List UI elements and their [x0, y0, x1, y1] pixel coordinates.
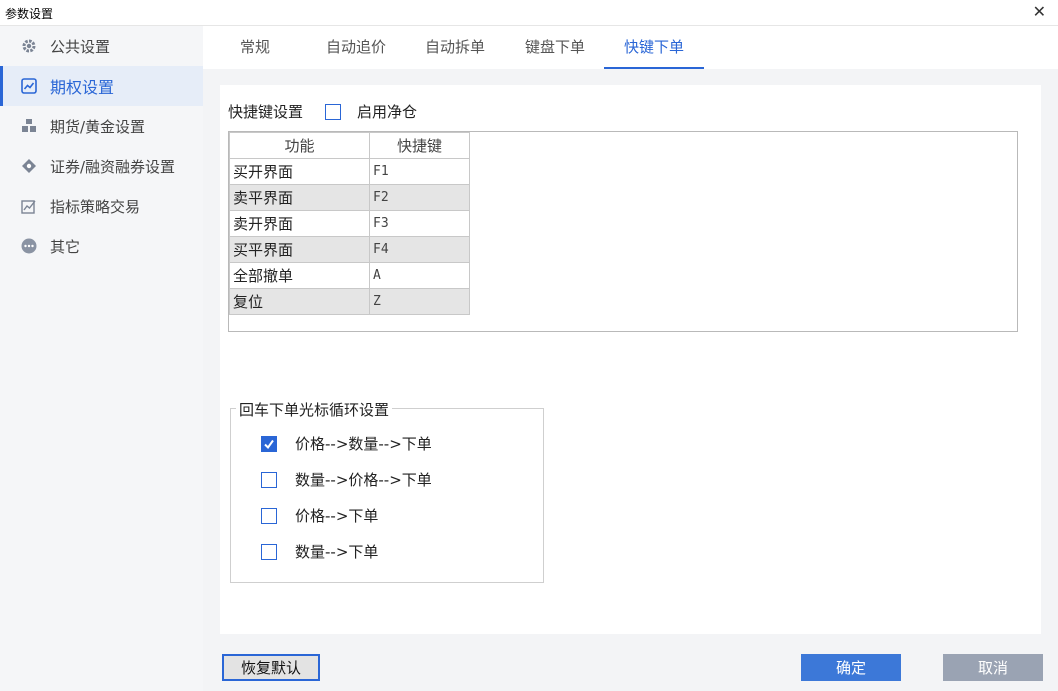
hotkey-cell[interactable]: F1	[369, 158, 470, 185]
checkbox[interactable]	[261, 471, 277, 488]
sidebar: 公共设置 期权设置 期货/黄金设置 证券/融资融券设置 指标策略交易 其它	[0, 26, 203, 691]
tab-bar: 常规 自动追价 自动拆单 键盘下单 快键下单	[203, 26, 1058, 69]
cursor-cycle-option-label: 数量-->价格-->下单	[295, 471, 432, 489]
cursor-cycle-option-label: 数量-->下单	[295, 543, 379, 561]
cancel-button[interactable]: 取消	[943, 654, 1043, 681]
sidebar-item-indicator-strategy[interactable]: 指标策略交易	[0, 186, 203, 226]
cursor-cycle-option[interactable]: 价格-->下单	[261, 505, 378, 526]
cursor-cycle-option[interactable]: 价格-->数量-->下单	[261, 433, 432, 454]
ok-button[interactable]: 确定	[801, 654, 901, 681]
table-row[interactable]: 买开界面 F1	[229, 158, 470, 185]
sidebar-item-other[interactable]: 其它	[0, 226, 203, 266]
hotkey-settings-row: 快捷键设置 启用净仓	[228, 101, 417, 122]
column-header-function: 功能	[229, 132, 370, 159]
hotkey-cell[interactable]: F4	[369, 236, 470, 263]
title-bar: 参数设置 ✕	[0, 0, 1058, 26]
table-row[interactable]: 全部撤单 A	[229, 262, 470, 289]
hotkey-table-container: 功能 快捷键 买开界面 F1 卖平界面 F2 卖开界面 F3 买平界面 F4 全…	[228, 131, 1018, 332]
function-cell: 买开界面	[229, 158, 370, 185]
cursor-cycle-option-label: 价格-->下单	[295, 507, 379, 525]
sidebar-item-label: 其它	[50, 237, 81, 256]
hotkey-section-label: 快捷键设置	[228, 103, 304, 121]
sidebar-item-label: 证券/融资融券设置	[50, 157, 176, 176]
strategy-chart-icon	[20, 197, 38, 215]
futures-icon	[20, 117, 38, 135]
checkbox-checked[interactable]	[261, 435, 277, 452]
sidebar-item-label: 公共设置	[50, 37, 111, 56]
table-row[interactable]: 卖开界面 F3	[229, 210, 470, 237]
content-area: 常规 自动追价 自动拆单 键盘下单 快键下单 快捷键设置 启用净仓 功能 快捷键	[203, 26, 1058, 691]
function-cell: 全部撤单	[229, 262, 370, 289]
clean-position-checkbox[interactable]	[325, 103, 342, 120]
table-row[interactable]: 复位 Z	[229, 288, 470, 315]
sidebar-item-options-settings[interactable]: 期权设置	[0, 66, 203, 106]
column-header-hotkey: 快捷键	[369, 132, 470, 159]
gear-icon	[20, 37, 38, 55]
cursor-cycle-option[interactable]: 数量-->价格-->下单	[261, 469, 432, 490]
hotkey-table: 功能 快捷键 买开界面 F1 卖平界面 F2 卖开界面 F3 买平界面 F4 全…	[229, 132, 470, 315]
table-row[interactable]: 卖平界面 F2	[229, 184, 470, 211]
restore-defaults-button[interactable]: 恢复默认	[222, 654, 320, 681]
sidebar-item-public-settings[interactable]: 公共设置	[0, 26, 203, 66]
table-row[interactable]: 买平界面 F4	[229, 236, 470, 263]
close-icon[interactable]: ✕	[1033, 3, 1046, 21]
hotkey-cell[interactable]: Z	[369, 288, 470, 315]
sidebar-item-label: 期货/黄金设置	[50, 117, 146, 136]
hotkey-cell[interactable]: F2	[369, 184, 470, 211]
check-icon	[264, 439, 274, 449]
tab-auto-chase-price[interactable]: 自动追价	[316, 26, 396, 69]
tab-general[interactable]: 常规	[225, 26, 285, 69]
sidebar-item-securities-settings[interactable]: 证券/融资融券设置	[0, 146, 203, 186]
function-cell: 卖开界面	[229, 210, 370, 237]
function-cell: 买平界面	[229, 236, 370, 263]
window-title: 参数设置	[5, 7, 54, 21]
checkbox[interactable]	[261, 507, 277, 524]
sidebar-item-label: 期权设置	[50, 78, 115, 97]
cursor-cycle-group: 回车下单光标循环设置 价格-->数量-->下单 数量-->价格-->下单 价格-…	[230, 399, 544, 583]
checkbox[interactable]	[261, 543, 277, 560]
hotkey-cell[interactable]: F3	[369, 210, 470, 237]
more-icon	[20, 237, 38, 255]
cursor-cycle-option[interactable]: 数量-->下单	[261, 541, 378, 562]
function-cell: 复位	[229, 288, 370, 315]
tab-keyboard-order[interactable]: 键盘下单	[515, 26, 595, 69]
tab-hotkey-order[interactable]: 快键下单	[604, 26, 704, 69]
sidebar-item-futures-settings[interactable]: 期货/黄金设置	[0, 106, 203, 146]
options-chart-icon	[20, 77, 38, 95]
clean-position-label: 启用净仓	[357, 103, 418, 121]
settings-panel: 快捷键设置 启用净仓 功能 快捷键 买开界面 F1 卖平界面 F2 卖开界面 F…	[220, 85, 1041, 634]
cursor-cycle-option-label: 价格-->数量-->下单	[295, 435, 432, 453]
hotkey-cell[interactable]: A	[369, 262, 470, 289]
function-cell: 卖平界面	[229, 184, 370, 211]
securities-icon	[20, 157, 38, 175]
sidebar-item-label: 指标策略交易	[50, 197, 141, 216]
cursor-cycle-legend: 回车下单光标循环设置	[236, 399, 393, 420]
tab-auto-split-order[interactable]: 自动拆单	[415, 26, 495, 69]
